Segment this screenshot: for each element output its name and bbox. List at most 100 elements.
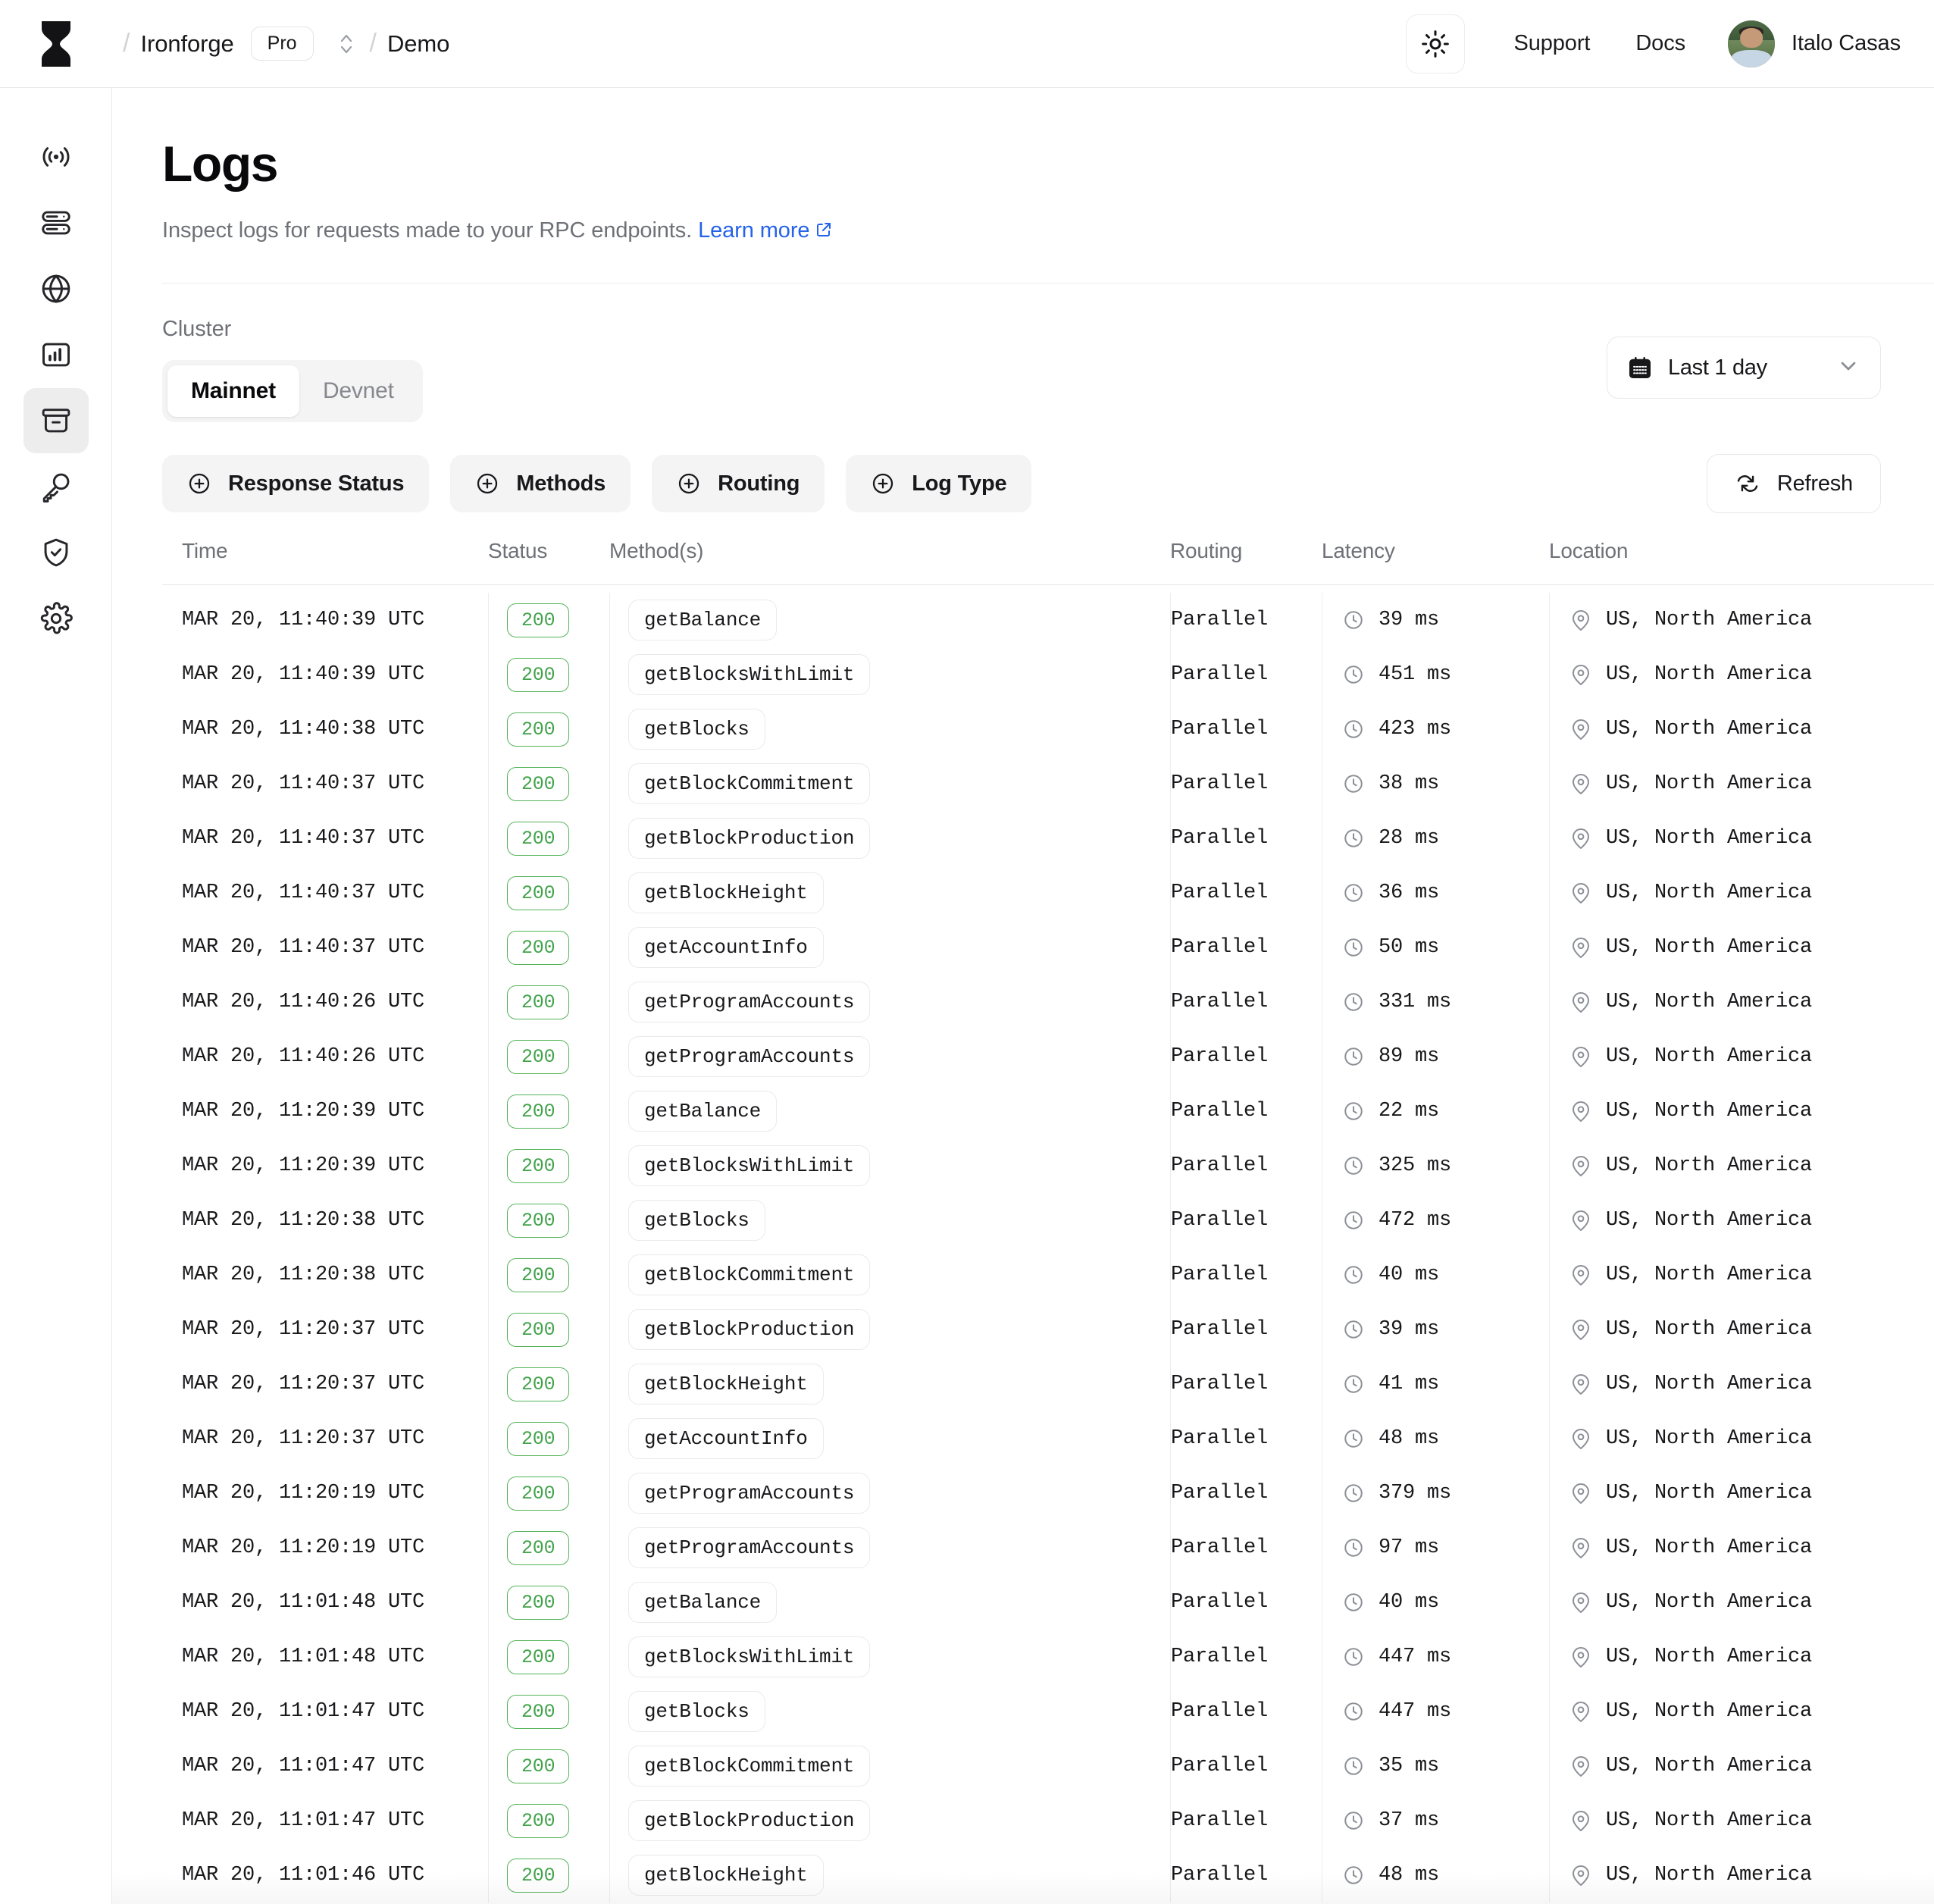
table-row[interactable]: MAR 20, 11:40:39 UTC 200 getBalance Paralle… [162,593,1934,647]
table-row[interactable]: MAR 20, 11:20:19 UTC 200 getProgramAccount… [162,1466,1934,1520]
cell-location: US, North America [1549,1248,1934,1302]
table-row[interactable]: MAR 20, 11:20:38 UTC 200 getBlocks Parallel… [162,1193,1934,1248]
theme-toggle-button[interactable] [1406,14,1466,74]
sidebar-item-globe[interactable] [23,256,89,321]
table-row[interactable]: MAR 20, 11:01:47 UTC 200 getBlocks Parallel… [162,1684,1934,1739]
cell-methods: getBlockProduction [609,1302,1170,1357]
method-pill[interactable]: getBlocksWithLimit [628,653,871,696]
cell-latency: 37 ms [1322,1793,1549,1848]
learn-more-link[interactable]: Learn more [698,218,833,243]
cluster-filter-row: Cluster Mainnet Devnet Last 1 day [162,317,1881,422]
status-badge: 200 [507,1094,570,1129]
filter-chip-methods[interactable]: Methods [450,455,631,512]
table-row[interactable]: MAR 20, 11:01:48 UTC 200 getBlocksWithLimi… [162,1630,1934,1684]
status-badge: 200 [507,1312,570,1347]
table-row[interactable]: MAR 20, 11:40:26 UTC 200 getProgramAccount… [162,1029,1934,1084]
table-row[interactable]: MAR 20, 11:40:37 UTC 200 getBlockProductio… [162,811,1934,866]
table-row[interactable]: MAR 20, 11:20:37 UTC 200 getBlockProductio… [162,1302,1934,1357]
method-pill[interactable]: getBlockProduction [628,817,871,860]
table-row[interactable]: MAR 20, 11:40:38 UTC 200 getBlocks Parallel… [162,702,1934,756]
method-pill[interactable]: getBalance [628,1090,778,1132]
status-badge: 200 [507,1694,570,1729]
method-pill[interactable]: getBlockHeight [628,1854,824,1896]
sidebar-item-broadcast[interactable] [23,124,89,189]
method-pill[interactable]: getBlockCommitment [628,1254,871,1296]
cell-location: US, North America [1549,1739,1934,1793]
cell-latency: 423 ms [1322,702,1549,756]
support-link[interactable]: Support [1491,31,1613,56]
table-row[interactable]: MAR 20, 11:20:39 UTC 200 getBalance Paralle… [162,1084,1934,1138]
method-pill[interactable]: getBalance [628,1581,778,1624]
table-row[interactable]: MAR 20, 11:20:37 UTC 200 getBlockHeight Par… [162,1357,1934,1411]
clock-icon [1344,1757,1363,1775]
latency-value: 22 ms [1379,1100,1440,1123]
method-pill[interactable]: getBlockProduction [628,1308,871,1351]
date-range-select[interactable]: Last 1 day [1607,337,1881,399]
sidebar-item-metrics[interactable] [23,322,89,387]
method-pill[interactable]: getBlockCommitment [628,763,871,805]
cell-location: US, North America [1549,1848,1934,1902]
map-pin-icon [1573,1156,1589,1176]
latency-value: 28 ms [1379,827,1440,850]
method-pill[interactable]: getBlocks [628,708,765,750]
method-pill[interactable]: getBlockProduction [628,1799,871,1842]
method-pill[interactable]: getBlocks [628,1690,765,1733]
cluster-option-mainnet[interactable]: Mainnet [167,365,299,417]
sidebar-item-settings[interactable] [23,586,89,651]
table-row[interactable]: MAR 20, 11:01:48 UTC 200 getBalance Paralle… [162,1575,1934,1630]
user-menu[interactable]: Italo Casas [1728,20,1901,67]
cell-methods: getProgramAccounts [609,1520,1170,1575]
method-pill[interactable]: getBlockHeight [628,1363,824,1405]
method-pill[interactable]: getBlocksWithLimit [628,1145,871,1187]
method-pill[interactable]: getBlockHeight [628,872,824,914]
location-value: US, North America [1606,1100,1813,1123]
table-row[interactable]: MAR 20, 11:40:37 UTC 200 getBlockHeight Par… [162,866,1934,920]
table-row[interactable]: MAR 20, 11:20:38 UTC 200 getBlockCommitmen… [162,1248,1934,1302]
sidebar-item-api-keys[interactable] [23,454,89,519]
cell-routing: Parallel [1170,1684,1322,1739]
table-row[interactable]: MAR 20, 11:01:46 UTC 200 getBlockHeight Par… [162,1848,1934,1902]
cell-routing: Parallel [1170,1084,1322,1138]
cell-routing: Parallel [1170,1630,1322,1684]
cell-routing: Parallel [1170,920,1322,975]
app-logo[interactable] [0,20,112,68]
map-pin-icon [1573,1592,1589,1613]
table-row[interactable]: MAR 20, 11:40:37 UTC 200 getAccountInfo Par… [162,920,1934,975]
table-row[interactable]: MAR 20, 11:01:47 UTC 200 getBlockCommitmen… [162,1739,1934,1793]
cell-location: US, North America [1549,1084,1934,1138]
filter-chip-log-type[interactable]: Log Type [846,455,1032,512]
table-row[interactable]: MAR 20, 11:01:47 UTC 200 getBlockProductio… [162,1793,1934,1848]
filter-chip-response-status[interactable]: Response Status [162,455,430,512]
breadcrumb-project[interactable]: Demo [387,30,449,58]
table-row[interactable]: MAR 20, 11:40:37 UTC 200 getBlockCommitmen… [162,756,1934,811]
method-pill[interactable]: getProgramAccounts [628,1472,871,1514]
cell-status: 200 [488,1739,609,1793]
method-pill[interactable]: getBalance [628,599,778,641]
docs-link[interactable]: Docs [1613,31,1708,56]
table-row[interactable]: MAR 20, 11:40:39 UTC 200 getBlocksWithLimi… [162,647,1934,702]
method-pill[interactable]: getProgramAccounts [628,1527,871,1569]
cell-routing: Parallel [1170,1848,1322,1902]
sidebar-item-logs[interactable] [23,388,89,453]
cluster-option-devnet[interactable]: Devnet [299,365,418,417]
breadcrumb-org[interactable]: Ironforge [140,30,233,58]
archive-icon [42,409,70,433]
method-pill[interactable]: getProgramAccounts [628,1035,871,1078]
org-switcher-button[interactable] [333,31,359,57]
method-pill[interactable]: getProgramAccounts [628,981,871,1023]
table-row[interactable]: MAR 20, 11:20:39 UTC 200 getBlocksWithLimi… [162,1138,1934,1193]
table-row[interactable]: MAR 20, 11:20:37 UTC 200 getAccountInfo Par… [162,1411,1934,1466]
method-pill[interactable]: getBlockCommitment [628,1745,871,1787]
table-row[interactable]: MAR 20, 11:20:19 UTC 200 getProgramAccount… [162,1520,1934,1575]
map-pin-icon [1573,992,1589,1013]
method-pill[interactable]: getAccountInfo [628,926,824,969]
sidebar-item-database[interactable] [23,190,89,255]
table-row[interactable]: MAR 20, 11:40:26 UTC 200 getProgramAccount… [162,975,1934,1029]
method-pill[interactable]: getBlocks [628,1199,765,1242]
cell-latency: 40 ms [1322,1248,1549,1302]
sidebar-item-security[interactable] [23,520,89,585]
method-pill[interactable]: getBlocksWithLimit [628,1636,871,1678]
filter-chip-routing[interactable]: Routing [652,455,825,512]
method-pill[interactable]: getAccountInfo [628,1417,824,1460]
refresh-button[interactable]: Refresh [1706,454,1881,513]
